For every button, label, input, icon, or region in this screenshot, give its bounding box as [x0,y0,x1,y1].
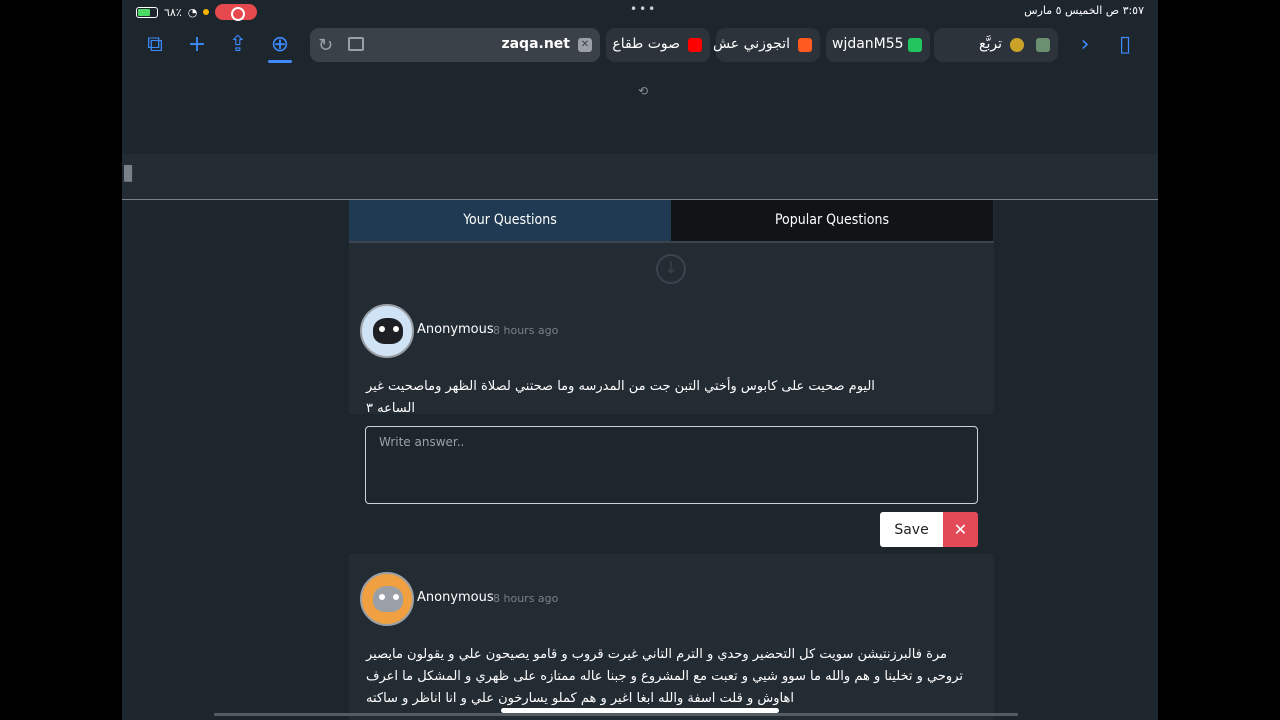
cancel-button[interactable]: ✕ [943,512,978,547]
question-item: Anonymous 8 hours ago مرة فالبرزنتيشن سو… [349,568,994,720]
orange-dot-icon [203,9,210,15]
kick-icon [908,38,922,52]
tab-item[interactable]: wjdanM55 [826,28,930,62]
question-text: مرة فالبرزنتيشن سويت كل التحضير وحدي و ا… [366,647,963,706]
tab-item[interactable]: تربَّع [934,28,1058,62]
avatar [360,572,414,626]
download-progress [268,60,292,63]
horizontal-scrollbar[interactable] [214,713,1018,716]
youtube-icon [688,38,702,52]
address-bar[interactable]: ↻ zaqa.net ✕ [310,28,600,62]
tab-label: تربَّع [979,36,1002,52]
browser-toolbar: ⧉ + ⇪ ⊕ ↻ zaqa.net ✕ صوت طقاع اتجوزني عش… [122,22,1158,68]
site-logo-icon[interactable]: ▮ [122,160,138,200]
battery-percent: ٦٨٪ [164,5,182,19]
author-name: Anonymous [417,590,494,605]
status-bar: ٦٨٪ ◔ ••• ٣:٥٧ ص الخميس ٥ مارس [122,0,1158,22]
questions-panel: Your Questions Popular Questions ↓ Anony… [349,200,994,720]
tab-your-questions[interactable]: Your Questions [349,200,671,241]
home-indicator[interactable] [501,708,779,713]
status-left: ٦٨٪ ◔ [136,4,258,21]
question-tabs: Your Questions Popular Questions [349,200,994,243]
tab-popular-questions[interactable]: Popular Questions [671,200,993,241]
wifi-icon: ◔ [187,5,198,19]
scroll-down-icon[interactable]: ↓ [656,254,686,284]
avatar [360,304,414,358]
tab-label: اتجوزني عش [712,36,790,52]
site-banner: ▮ [122,154,1158,200]
tab-label: wjdanM55 [832,36,904,52]
screen-record-icon[interactable] [215,4,258,21]
tab-item[interactable]: صوت طقاع [606,28,710,62]
site-icon [1036,38,1050,52]
multitask-dots[interactable]: ••• [630,2,657,16]
download-icon[interactable]: ⊕ [267,32,293,58]
new-tab-icon[interactable]: + [184,32,210,58]
answer-form: Save ✕ [349,414,994,554]
browser-frame: ٦٨٪ ◔ ••• ٣:٥٧ ص الخميس ٥ مارس ⧉ + ⇪ ⊕ ↻… [122,0,1158,720]
loading-icon: ⟲ [638,84,649,98]
tab-item[interactable]: اتجوزني عش [712,28,820,62]
tab-label: صوت طقاع [612,36,680,52]
share-icon[interactable]: ⇪ [225,32,251,58]
site-icon [798,38,812,52]
timestamp: 8 hours ago [493,324,559,337]
reader-icon[interactable] [348,37,364,51]
reload-icon[interactable]: ↻ [318,35,333,56]
save-button[interactable]: Save [880,512,943,547]
url-text[interactable]: zaqa.net [501,36,570,52]
author-name: Anonymous [417,322,494,337]
answer-input[interactable] [365,426,978,504]
time-date: ٣:٥٧ ص الخميس ٥ مارس [1024,4,1144,17]
page-header-area: ⟲ [122,68,1158,154]
forward-icon[interactable]: › [1072,32,1098,58]
timestamp: 8 hours ago [493,592,559,605]
battery-icon [136,6,158,18]
tabs-overview-icon[interactable]: ⧉ [142,32,168,58]
question-item: Anonymous 8 hours ago اليوم صحيت على كاب… [349,300,994,416]
close-tab-icon[interactable]: ✕ [578,38,592,52]
site-icon [1010,38,1024,52]
sidebar-icon[interactable]: ▯ [1112,32,1138,58]
